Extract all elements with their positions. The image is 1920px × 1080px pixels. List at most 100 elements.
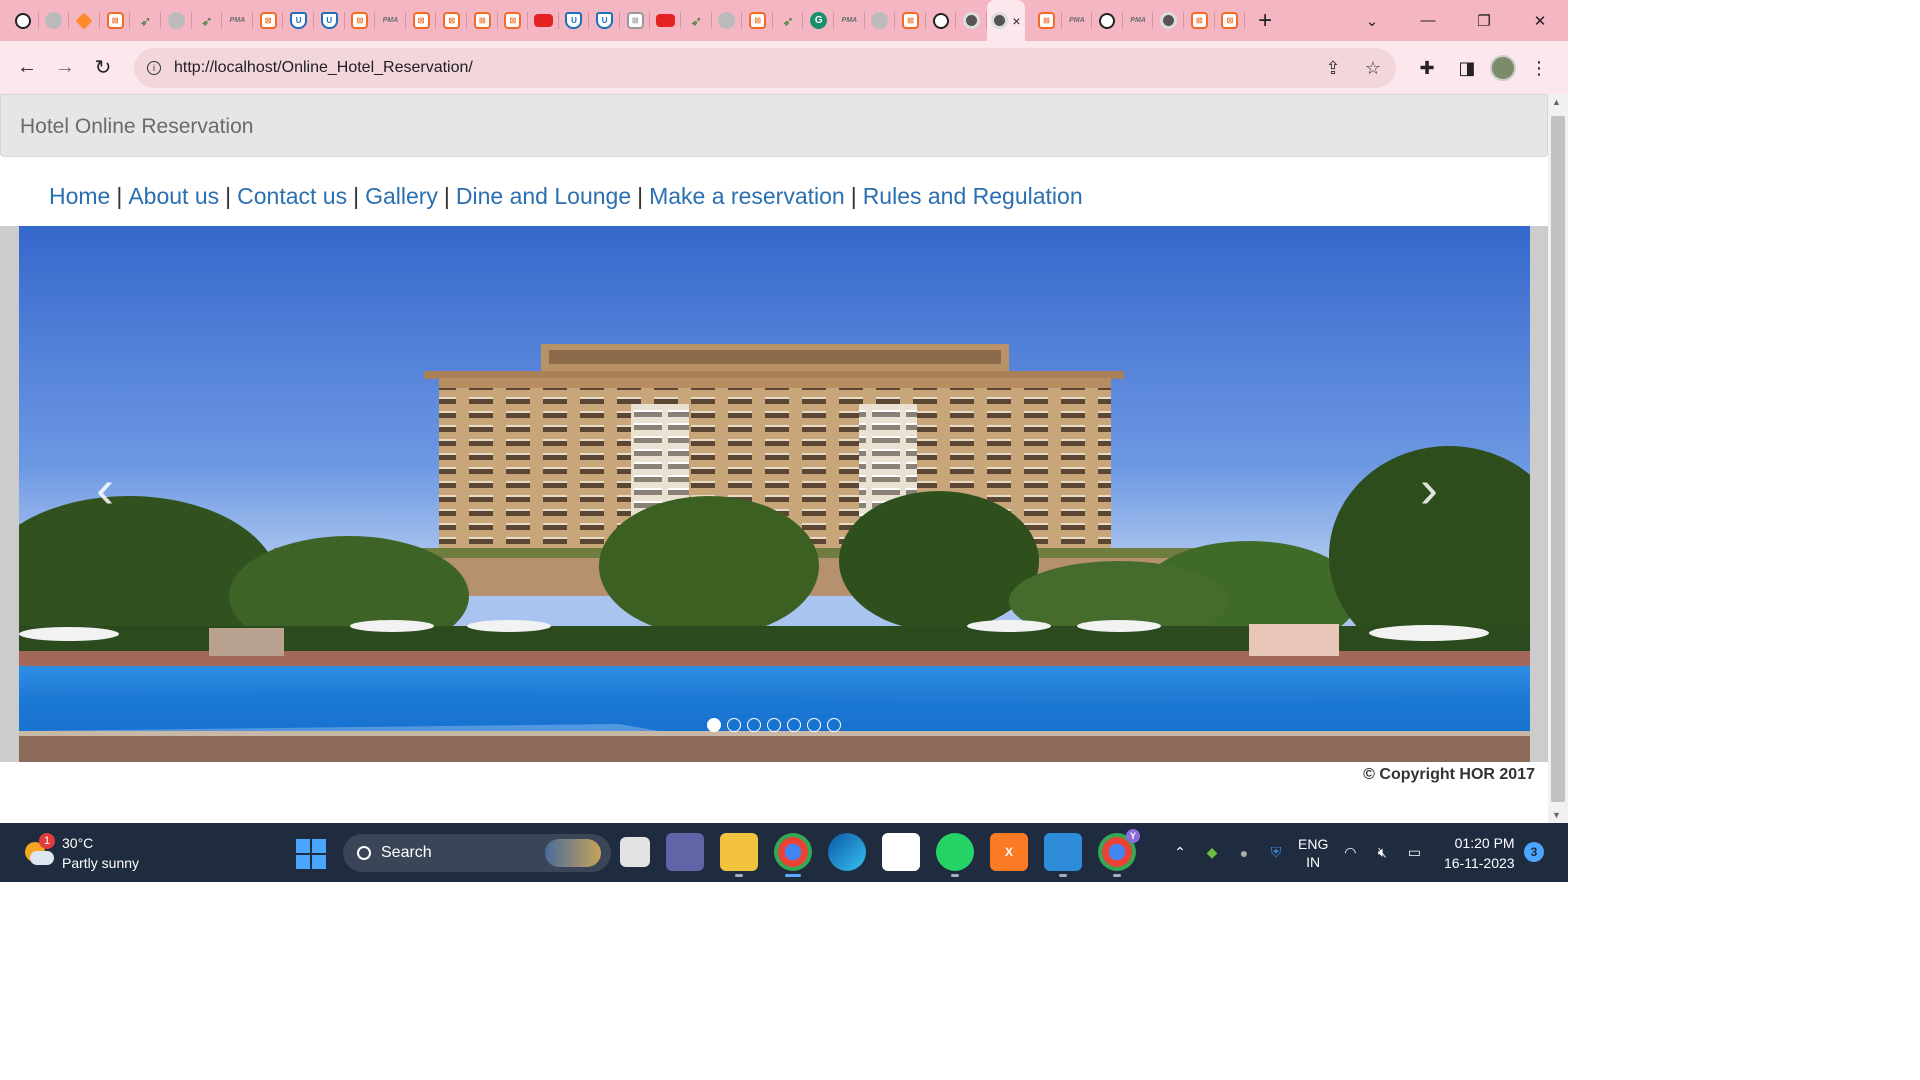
browser-tab-28[interactable] <box>865 0 896 41</box>
clock[interactable]: 01:20 PM 16-11-2023 <box>1444 833 1515 873</box>
browser-tab-10[interactable]: U <box>314 0 345 41</box>
browser-tab-21[interactable] <box>650 0 681 41</box>
browser-tab-right-5[interactable]: ⊠ <box>1184 0 1215 41</box>
browser-tab-11[interactable]: ⊠ <box>345 0 376 41</box>
taskbar-search[interactable]: Search <box>343 834 611 872</box>
battery-icon[interactable]: ▭ <box>1404 843 1424 863</box>
file-explorer-icon[interactable] <box>720 833 758 877</box>
browser-tab-right-6[interactable]: ⊠ <box>1215 0 1246 41</box>
browser-tab-29[interactable]: ⊠ <box>895 0 926 41</box>
browser-tab-3[interactable]: ⊠ <box>100 0 131 41</box>
start-button[interactable] <box>296 839 326 869</box>
browser-tab-20[interactable]: ⊠ <box>620 0 651 41</box>
notepad-icon[interactable] <box>1044 833 1082 877</box>
xampp-icon[interactable]: X <box>990 833 1028 871</box>
carousel-indicator-4[interactable] <box>767 718 781 732</box>
browser-tab-right-4[interactable] <box>1153 0 1184 41</box>
browser-tab-31[interactable] <box>956 0 987 41</box>
browser-tab-9[interactable]: U <box>283 0 314 41</box>
menu-button[interactable]: ⋮ <box>1522 51 1556 85</box>
browser-tab-27[interactable]: PMA <box>834 0 865 41</box>
active-tab[interactable]: × <box>987 0 1025 41</box>
task-view-icon[interactable] <box>620 837 650 867</box>
chrome-taskbar-icon[interactable] <box>774 833 812 877</box>
browser-tab-25[interactable]: ➶ <box>773 0 804 41</box>
forward-button[interactable]: → <box>46 49 84 87</box>
browser-tab-right-3[interactable]: PMA <box>1123 0 1154 41</box>
minimize-button[interactable]: — <box>1400 0 1456 41</box>
store-icon[interactable] <box>882 833 920 871</box>
colorful-tray-icon[interactable]: ◆ <box>1202 843 1222 863</box>
chrome-profile-icon[interactable]: Y <box>1098 829 1140 877</box>
edge-icon[interactable] <box>828 833 866 871</box>
carousel-prev-button[interactable]: ‹ <box>96 462 114 516</box>
browser-tab-5[interactable] <box>161 0 192 41</box>
share-button[interactable]: ⇪ <box>1318 53 1348 83</box>
weather-widget[interactable]: 1 30°C Partly sunny <box>22 833 139 873</box>
new-tab-button[interactable]: + <box>1245 0 1285 41</box>
address-bar[interactable]: i http://localhost/Online_Hotel_Reservat… <box>134 48 1396 88</box>
browser-tab-2[interactable] <box>69 0 100 41</box>
browser-tab-16[interactable]: ⊠ <box>498 0 529 41</box>
security-alert-icon[interactable]: ● <box>1234 843 1254 863</box>
extensions-button[interactable]: ✚ <box>1410 51 1444 85</box>
browser-tab-19[interactable]: U <box>589 0 620 41</box>
carousel-next-button[interactable]: › <box>1420 462 1438 516</box>
tab-search-button[interactable]: ⌄ <box>1344 0 1400 41</box>
browser-tab-23[interactable] <box>712 0 743 41</box>
back-button[interactable]: ← <box>8 49 46 87</box>
carousel-indicator-7[interactable] <box>827 718 841 732</box>
bookmark-button[interactable]: ☆ <box>1358 53 1388 83</box>
browser-tab-15[interactable]: ⊠ <box>467 0 498 41</box>
browser-tab-12[interactable]: PMA <box>375 0 406 41</box>
browser-tab-14[interactable]: ⊠ <box>436 0 467 41</box>
browser-tab-8[interactable]: ⊠ <box>253 0 284 41</box>
reload-button[interactable]: ↻ <box>84 49 122 87</box>
language-indicator[interactable]: ENG IN <box>1298 835 1328 871</box>
nav-link-dine-and-lounge[interactable]: Dine and Lounge <box>456 183 631 209</box>
side-panel-button[interactable]: ◨ <box>1450 51 1484 85</box>
browser-tab-0[interactable] <box>8 0 39 41</box>
carousel-indicator-1[interactable] <box>707 718 721 732</box>
browser-tab-right-0[interactable]: ⊠ <box>1031 0 1062 41</box>
nav-link-gallery[interactable]: Gallery <box>365 183 438 209</box>
browser-tab-17[interactable] <box>528 0 559 41</box>
close-tab-icon[interactable]: × <box>1012 13 1020 29</box>
scrollbar-thumb[interactable] <box>1551 116 1565 802</box>
nav-link-contact-us[interactable]: Contact us <box>237 183 347 209</box>
notification-count-badge[interactable]: 3 <box>1524 842 1544 862</box>
browser-tab-18[interactable]: U <box>559 0 590 41</box>
browser-tab-24[interactable]: ⊠ <box>742 0 773 41</box>
carousel-indicator-3[interactable] <box>747 718 761 732</box>
nav-link-make-a-reservation[interactable]: Make a reservation <box>649 183 845 209</box>
whatsapp-icon[interactable] <box>936 833 974 877</box>
scroll-up-arrow-icon[interactable]: ▲ <box>1552 97 1561 107</box>
restore-button[interactable]: ❐ <box>1456 0 1512 41</box>
browser-tab-26[interactable]: G <box>803 0 834 41</box>
browser-tab-6[interactable]: ➶ <box>192 0 223 41</box>
browser-tab-13[interactable]: ⊠ <box>406 0 437 41</box>
browser-tab-right-2[interactable] <box>1092 0 1123 41</box>
nav-link-home[interactable]: Home <box>49 183 110 209</box>
site-title[interactable]: Hotel Online Reservation <box>20 115 253 139</box>
carousel-indicator-2[interactable] <box>727 718 741 732</box>
scroll-down-arrow-icon[interactable]: ▼ <box>1552 810 1561 820</box>
close-window-button[interactable]: ✕ <box>1512 0 1568 41</box>
defender-icon[interactable]: ⛨ <box>1266 843 1286 863</box>
page-scrollbar[interactable]: ▲ ▼ <box>1548 94 1568 823</box>
carousel-indicator-6[interactable] <box>807 718 821 732</box>
browser-tab-30[interactable] <box>926 0 957 41</box>
browser-tab-right-1[interactable]: PMA <box>1062 0 1093 41</box>
volume-muted-icon[interactable]: 🔇︎ <box>1372 843 1392 863</box>
teams-icon[interactable] <box>666 833 704 871</box>
show-hidden-icons-icon[interactable]: ⌃ <box>1170 843 1190 863</box>
nav-link-about-us[interactable]: About us <box>128 183 219 209</box>
browser-tab-4[interactable]: ➶ <box>130 0 161 41</box>
site-info-button[interactable]: i <box>134 48 174 88</box>
wifi-icon[interactable]: ◠ <box>1340 843 1360 863</box>
nav-link-rules-and-regulation[interactable]: Rules and Regulation <box>863 183 1083 209</box>
carousel-indicator-5[interactable] <box>787 718 801 732</box>
browser-tab-7[interactable]: PMA <box>222 0 253 41</box>
profile-avatar[interactable] <box>1490 55 1516 81</box>
browser-tab-1[interactable] <box>39 0 70 41</box>
